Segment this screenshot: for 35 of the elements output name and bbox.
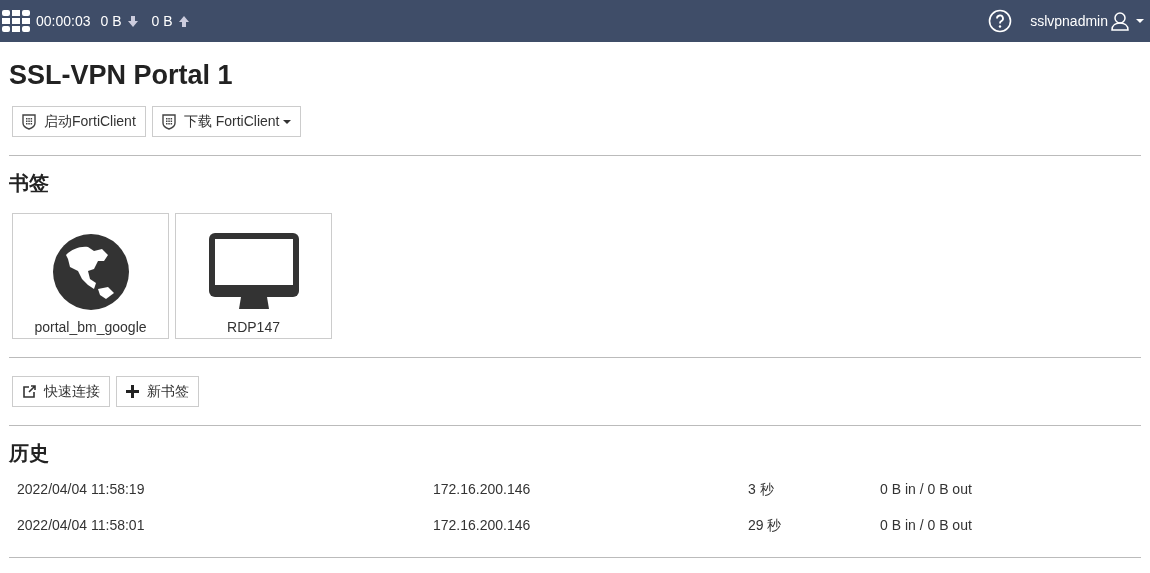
bookmark-tile[interactable]: portal_bm_google [12,213,169,339]
history-ip: 172.16.200.146 [433,481,532,499]
history-traffic: 0 B in / 0 B out [880,517,973,535]
monitor-icon [208,233,299,311]
history-ip: 172.16.200.146 [433,517,532,535]
section-heading: 历史 [9,441,50,466]
up-arrow-icon [178,15,189,27]
bookmark-tile[interactable]: RDP147 [175,213,332,339]
plus-icon [126,385,139,398]
caret-icon[interactable] [1136,19,1144,23]
history-duration: 3 秒 [748,481,775,499]
download-counter: 0 B [100,13,122,29]
session-timer: 00:00:03 [36,13,91,29]
history-time: 2022/04/04 11:58:19 [17,481,146,499]
shield-icon [22,113,36,130]
grid-logo-icon [2,10,30,32]
history-time: 2022/04/04 11:58:01 [17,517,146,535]
user-icon[interactable] [1110,11,1130,31]
bookmark-label: RDP147 [227,319,280,335]
bookmark-action-button[interactable]: 快速连接 [12,376,110,407]
user-name[interactable]: sslvpnadmin [1030,13,1108,29]
upload-counter: 0 B [151,13,173,29]
bookmark-action-button[interactable]: 新书签 [116,376,199,407]
down-arrow-icon [127,15,138,27]
history-duration: 29 秒 [748,517,783,535]
forticlient-button[interactable]: 下载 FortiClient [151,106,302,137]
section-heading: 书签 [9,171,50,196]
forticlient-button[interactable]: 启动FortiClient [12,106,146,137]
globe-icon [51,233,130,311]
external-link-icon [22,384,36,399]
shield-icon [161,113,176,130]
help-icon[interactable] [988,9,1013,33]
page-title: SSL-VPN Portal 1 [9,60,234,91]
bookmark-label: portal_bm_google [34,319,147,335]
history-traffic: 0 B in / 0 B out [880,481,973,499]
